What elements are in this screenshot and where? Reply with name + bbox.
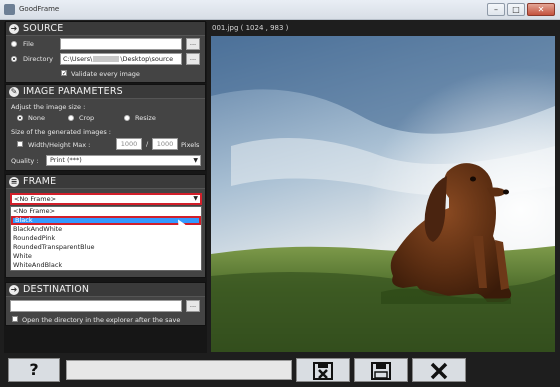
none-label: None xyxy=(28,114,45,122)
resize-radio[interactable] xyxy=(124,115,130,121)
adjust-label: Adjust the image size : xyxy=(11,103,86,111)
destination-title: DESTINATION xyxy=(23,284,90,295)
frame-dropdown-list: <No Frame> Black BlackAndWhite RoundedPi… xyxy=(10,206,202,271)
validate-checkbox[interactable]: ✓ xyxy=(61,70,67,77)
frame-option-white-and-black[interactable]: WhiteAndBlack xyxy=(11,261,201,270)
file-radio[interactable] xyxy=(11,41,17,47)
directory-input[interactable]: C:\Users\ \Desktop\source xyxy=(60,53,182,65)
minimize-button[interactable]: – xyxy=(487,3,505,16)
directory-browse-button[interactable]: ... xyxy=(186,53,200,65)
destination-section: ➜ DESTINATION ... Open the directory in … xyxy=(5,282,206,326)
crop-label: Crop xyxy=(79,114,95,122)
resize-label: Resize xyxy=(135,114,156,122)
size-separator: / xyxy=(146,140,149,148)
chevron-down-icon: ▼ xyxy=(193,195,198,202)
frame-option-rounded-transparent-blue[interactable]: RoundedTransparentBlue xyxy=(11,243,201,252)
floppy-disk-icon xyxy=(371,362,391,380)
app-icon xyxy=(4,4,15,15)
progress-bar xyxy=(66,360,292,380)
crop-radio[interactable] xyxy=(68,115,74,121)
wrench-icon: ✎ xyxy=(9,87,19,97)
x-icon xyxy=(430,362,448,380)
pixels-label: Pixels xyxy=(181,141,200,149)
destination-header: ➜ DESTINATION xyxy=(6,283,205,297)
window-title: GoodFrame xyxy=(19,5,60,13)
destination-input[interactable] xyxy=(10,300,182,312)
width-height-label: Width/Height Max : xyxy=(28,141,91,149)
frame-section: ≡ FRAME <No Frame> ▼ <No Frame> Black Bl… xyxy=(5,174,206,278)
maximize-button[interactable]: □ xyxy=(507,3,525,16)
dog-photo xyxy=(211,36,555,352)
frame-title: FRAME xyxy=(23,176,57,187)
params-header: ✎ IMAGE PARAMETERS xyxy=(6,85,205,99)
frame-option-black-and-white[interactable]: BlackAndWhite xyxy=(11,225,201,234)
arrow-circle-icon: ➜ xyxy=(9,285,19,295)
frame-option-no-frame[interactable]: <No Frame> xyxy=(11,207,201,216)
chevron-down-icon: ▼ xyxy=(193,157,198,164)
arrow-circle-icon: ➜ xyxy=(9,24,19,34)
frame-selected-value: <No Frame> xyxy=(14,195,57,203)
help-button[interactable]: ? xyxy=(8,358,60,382)
directory-radio[interactable] xyxy=(11,56,17,62)
file-label: File xyxy=(23,40,34,48)
directory-suffix: \Desktop\source xyxy=(120,55,174,63)
width-height-checkbox[interactable] xyxy=(17,141,23,147)
close-button[interactable]: ✕ xyxy=(527,3,555,16)
file-input[interactable] xyxy=(60,38,182,50)
title-bar: GoodFrame – □ ✕ xyxy=(0,0,560,20)
height-input[interactable]: 1000 xyxy=(152,138,178,150)
source-title: SOURCE xyxy=(23,23,64,34)
menu-icon: ≡ xyxy=(9,177,19,187)
none-radio[interactable] xyxy=(17,115,23,121)
directory-label: Directory xyxy=(23,55,53,63)
frame-header: ≡ FRAME xyxy=(6,175,205,189)
source-header: ➜ SOURCE xyxy=(6,22,205,36)
save-button[interactable] xyxy=(354,358,408,382)
image-caption: 001.jpg ( 1024 , 983 ) xyxy=(212,24,289,32)
frame-option-white[interactable]: White xyxy=(11,252,201,261)
frame-option-rounded-pink[interactable]: RoundedPink xyxy=(11,234,201,243)
image-preview xyxy=(211,36,555,352)
cancel-save-icon xyxy=(313,362,333,380)
width-input[interactable]: 1000 xyxy=(116,138,142,150)
quality-select[interactable]: Print (***) ▼ xyxy=(46,155,201,166)
cancel-save-button[interactable] xyxy=(296,358,350,382)
frame-option-black[interactable]: Black xyxy=(11,216,201,225)
frame-select[interactable]: <No Frame> ▼ xyxy=(10,193,202,205)
redacted-username xyxy=(93,56,120,62)
destination-browse-button[interactable]: ... xyxy=(186,300,200,312)
image-parameters-section: ✎ IMAGE PARAMETERS Adjust the image size… xyxy=(5,84,206,171)
size-label: Size of the generated images : xyxy=(11,128,112,136)
directory-prefix: C:\Users\ xyxy=(63,55,93,63)
validate-label: Validate every image xyxy=(71,70,140,78)
params-title: IMAGE PARAMETERS xyxy=(23,86,123,97)
source-section: ➜ SOURCE File ... Directory C:\Users\ \De… xyxy=(5,21,206,83)
quality-label: Quality : xyxy=(11,157,39,165)
file-browse-button[interactable]: ... xyxy=(186,38,200,50)
close-app-button[interactable] xyxy=(412,358,466,382)
open-explorer-label: Open the directory in the explorer after… xyxy=(22,316,181,324)
quality-value: Print (***) xyxy=(50,156,82,164)
open-explorer-checkbox[interactable] xyxy=(12,316,18,322)
